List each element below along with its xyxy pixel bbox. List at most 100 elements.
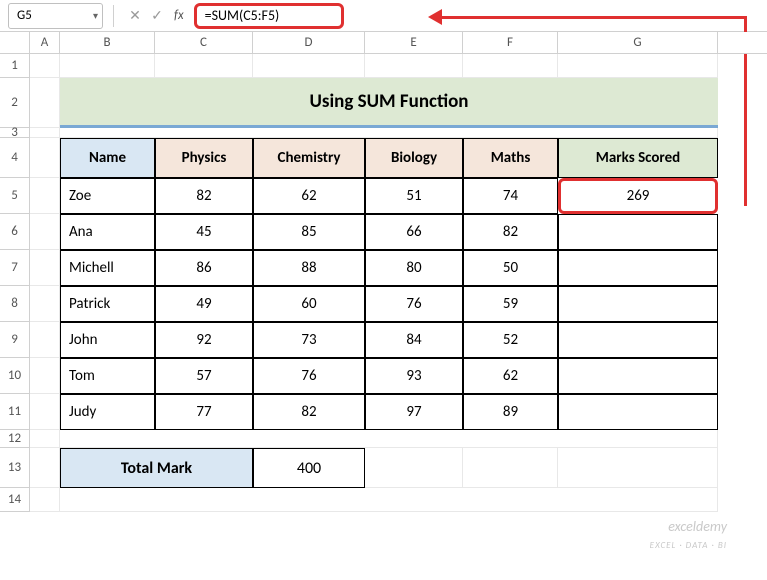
cell-scored[interactable] bbox=[558, 286, 718, 322]
cell-scored[interactable] bbox=[558, 358, 718, 394]
title-cell[interactable]: Using SUM Function bbox=[60, 78, 718, 128]
cell-maths[interactable]: 89 bbox=[463, 394, 558, 430]
header-chemistry[interactable]: Chemistry bbox=[253, 138, 365, 178]
row-header-11[interactable]: 11 bbox=[0, 394, 30, 430]
header-physics[interactable]: Physics bbox=[155, 138, 253, 178]
chevron-down-icon[interactable]: ▾ bbox=[93, 9, 98, 22]
row-header-8[interactable]: 8 bbox=[0, 286, 30, 322]
cell-chemistry[interactable]: 85 bbox=[253, 214, 365, 250]
cell-scored[interactable] bbox=[558, 214, 718, 250]
cell-maths[interactable]: 50 bbox=[463, 250, 558, 286]
cell[interactable] bbox=[30, 214, 60, 250]
col-header-d[interactable]: D bbox=[253, 32, 365, 53]
cell-physics[interactable]: 49 bbox=[155, 286, 253, 322]
cell-biology[interactable]: 76 bbox=[365, 286, 463, 322]
cell[interactable] bbox=[60, 430, 718, 448]
total-mark-value[interactable]: 400 bbox=[253, 448, 365, 488]
row-header-12[interactable]: 12 bbox=[0, 430, 30, 448]
cell-scored[interactable] bbox=[558, 250, 718, 286]
cell[interactable] bbox=[30, 448, 60, 488]
row-header-2[interactable]: 2 bbox=[0, 78, 30, 128]
cell-chemistry[interactable]: 76 bbox=[253, 358, 365, 394]
header-scored[interactable]: Marks Scored bbox=[558, 138, 718, 178]
cell-scored[interactable]: 269 bbox=[558, 178, 718, 214]
cell[interactable] bbox=[155, 54, 253, 78]
col-header-c[interactable]: C bbox=[155, 32, 253, 53]
name-box[interactable]: G5 ▾ bbox=[8, 3, 103, 29]
formula-input[interactable]: =SUM(C5:F5) bbox=[194, 3, 344, 29]
cell[interactable] bbox=[60, 54, 155, 78]
row-header-9[interactable]: 9 bbox=[0, 322, 30, 358]
cell-maths[interactable]: 52 bbox=[463, 322, 558, 358]
cell[interactable] bbox=[30, 178, 60, 214]
cell-physics[interactable]: 92 bbox=[155, 322, 253, 358]
fx-label[interactable]: fx bbox=[174, 8, 184, 23]
cell-biology[interactable]: 66 bbox=[365, 214, 463, 250]
cell-biology[interactable]: 93 bbox=[365, 358, 463, 394]
cell-name[interactable]: Patrick bbox=[60, 286, 155, 322]
row-header-3[interactable]: 3 bbox=[0, 128, 30, 138]
total-mark-label[interactable]: Total Mark bbox=[60, 448, 253, 488]
row-header-10[interactable]: 10 bbox=[0, 358, 30, 394]
cell[interactable] bbox=[30, 78, 60, 128]
cell[interactable] bbox=[30, 430, 60, 448]
cell[interactable] bbox=[463, 54, 558, 78]
cell[interactable] bbox=[30, 138, 60, 178]
cell-biology[interactable]: 97 bbox=[365, 394, 463, 430]
row-header-5[interactable]: 5 bbox=[0, 178, 30, 214]
col-header-e[interactable]: E bbox=[365, 32, 463, 53]
cell[interactable] bbox=[463, 448, 558, 488]
row-header-1[interactable]: 1 bbox=[0, 54, 30, 78]
header-biology[interactable]: Biology bbox=[365, 138, 463, 178]
cell-name[interactable]: Michell bbox=[60, 250, 155, 286]
cell-chemistry[interactable]: 82 bbox=[253, 394, 365, 430]
cell-scored[interactable] bbox=[558, 322, 718, 358]
row-header-4[interactable]: 4 bbox=[0, 138, 30, 178]
cell-biology[interactable]: 51 bbox=[365, 178, 463, 214]
cancel-icon[interactable]: ✕ bbox=[124, 7, 146, 24]
cell-physics[interactable]: 57 bbox=[155, 358, 253, 394]
cell-maths[interactable]: 62 bbox=[463, 358, 558, 394]
header-maths[interactable]: Maths bbox=[463, 138, 558, 178]
cell[interactable] bbox=[365, 54, 463, 78]
cell-name[interactable]: John bbox=[60, 322, 155, 358]
cell[interactable] bbox=[60, 128, 718, 138]
cell-name[interactable]: Zoe bbox=[60, 178, 155, 214]
cell-physics[interactable]: 82 bbox=[155, 178, 253, 214]
cell[interactable] bbox=[30, 488, 60, 512]
col-header-b[interactable]: B bbox=[60, 32, 155, 53]
cell[interactable] bbox=[365, 448, 463, 488]
cell[interactable] bbox=[253, 54, 365, 78]
cell-biology[interactable]: 80 bbox=[365, 250, 463, 286]
cell-name[interactable]: Ana bbox=[60, 214, 155, 250]
row-header-7[interactable]: 7 bbox=[0, 250, 30, 286]
cell[interactable] bbox=[30, 128, 60, 138]
col-header-a[interactable]: A bbox=[30, 32, 60, 53]
select-all-cell[interactable] bbox=[0, 32, 30, 53]
cell[interactable] bbox=[30, 322, 60, 358]
cell-chemistry[interactable]: 88 bbox=[253, 250, 365, 286]
row-header-6[interactable]: 6 bbox=[0, 214, 30, 250]
cell-physics[interactable]: 77 bbox=[155, 394, 253, 430]
cell-chemistry[interactable]: 73 bbox=[253, 322, 365, 358]
cell[interactable] bbox=[30, 54, 60, 78]
header-name[interactable]: Name bbox=[60, 138, 155, 178]
cell-maths[interactable]: 82 bbox=[463, 214, 558, 250]
cell-name[interactable]: Judy bbox=[60, 394, 155, 430]
cell-maths[interactable]: 74 bbox=[463, 178, 558, 214]
cell[interactable] bbox=[558, 54, 718, 78]
cell[interactable] bbox=[30, 358, 60, 394]
cell-chemistry[interactable]: 60 bbox=[253, 286, 365, 322]
cell-scored[interactable] bbox=[558, 394, 718, 430]
check-icon[interactable]: ✓ bbox=[146, 7, 168, 24]
col-header-g[interactable]: G bbox=[558, 32, 718, 53]
cell-name[interactable]: Tom bbox=[60, 358, 155, 394]
row-header-13[interactable]: 13 bbox=[0, 448, 30, 488]
cell-biology[interactable]: 84 bbox=[365, 322, 463, 358]
cell[interactable] bbox=[558, 448, 718, 488]
cell-physics[interactable]: 86 bbox=[155, 250, 253, 286]
cell[interactable] bbox=[30, 286, 60, 322]
row-header-14[interactable]: 14 bbox=[0, 488, 30, 512]
cell-chemistry[interactable]: 62 bbox=[253, 178, 365, 214]
col-header-f[interactable]: F bbox=[463, 32, 558, 53]
